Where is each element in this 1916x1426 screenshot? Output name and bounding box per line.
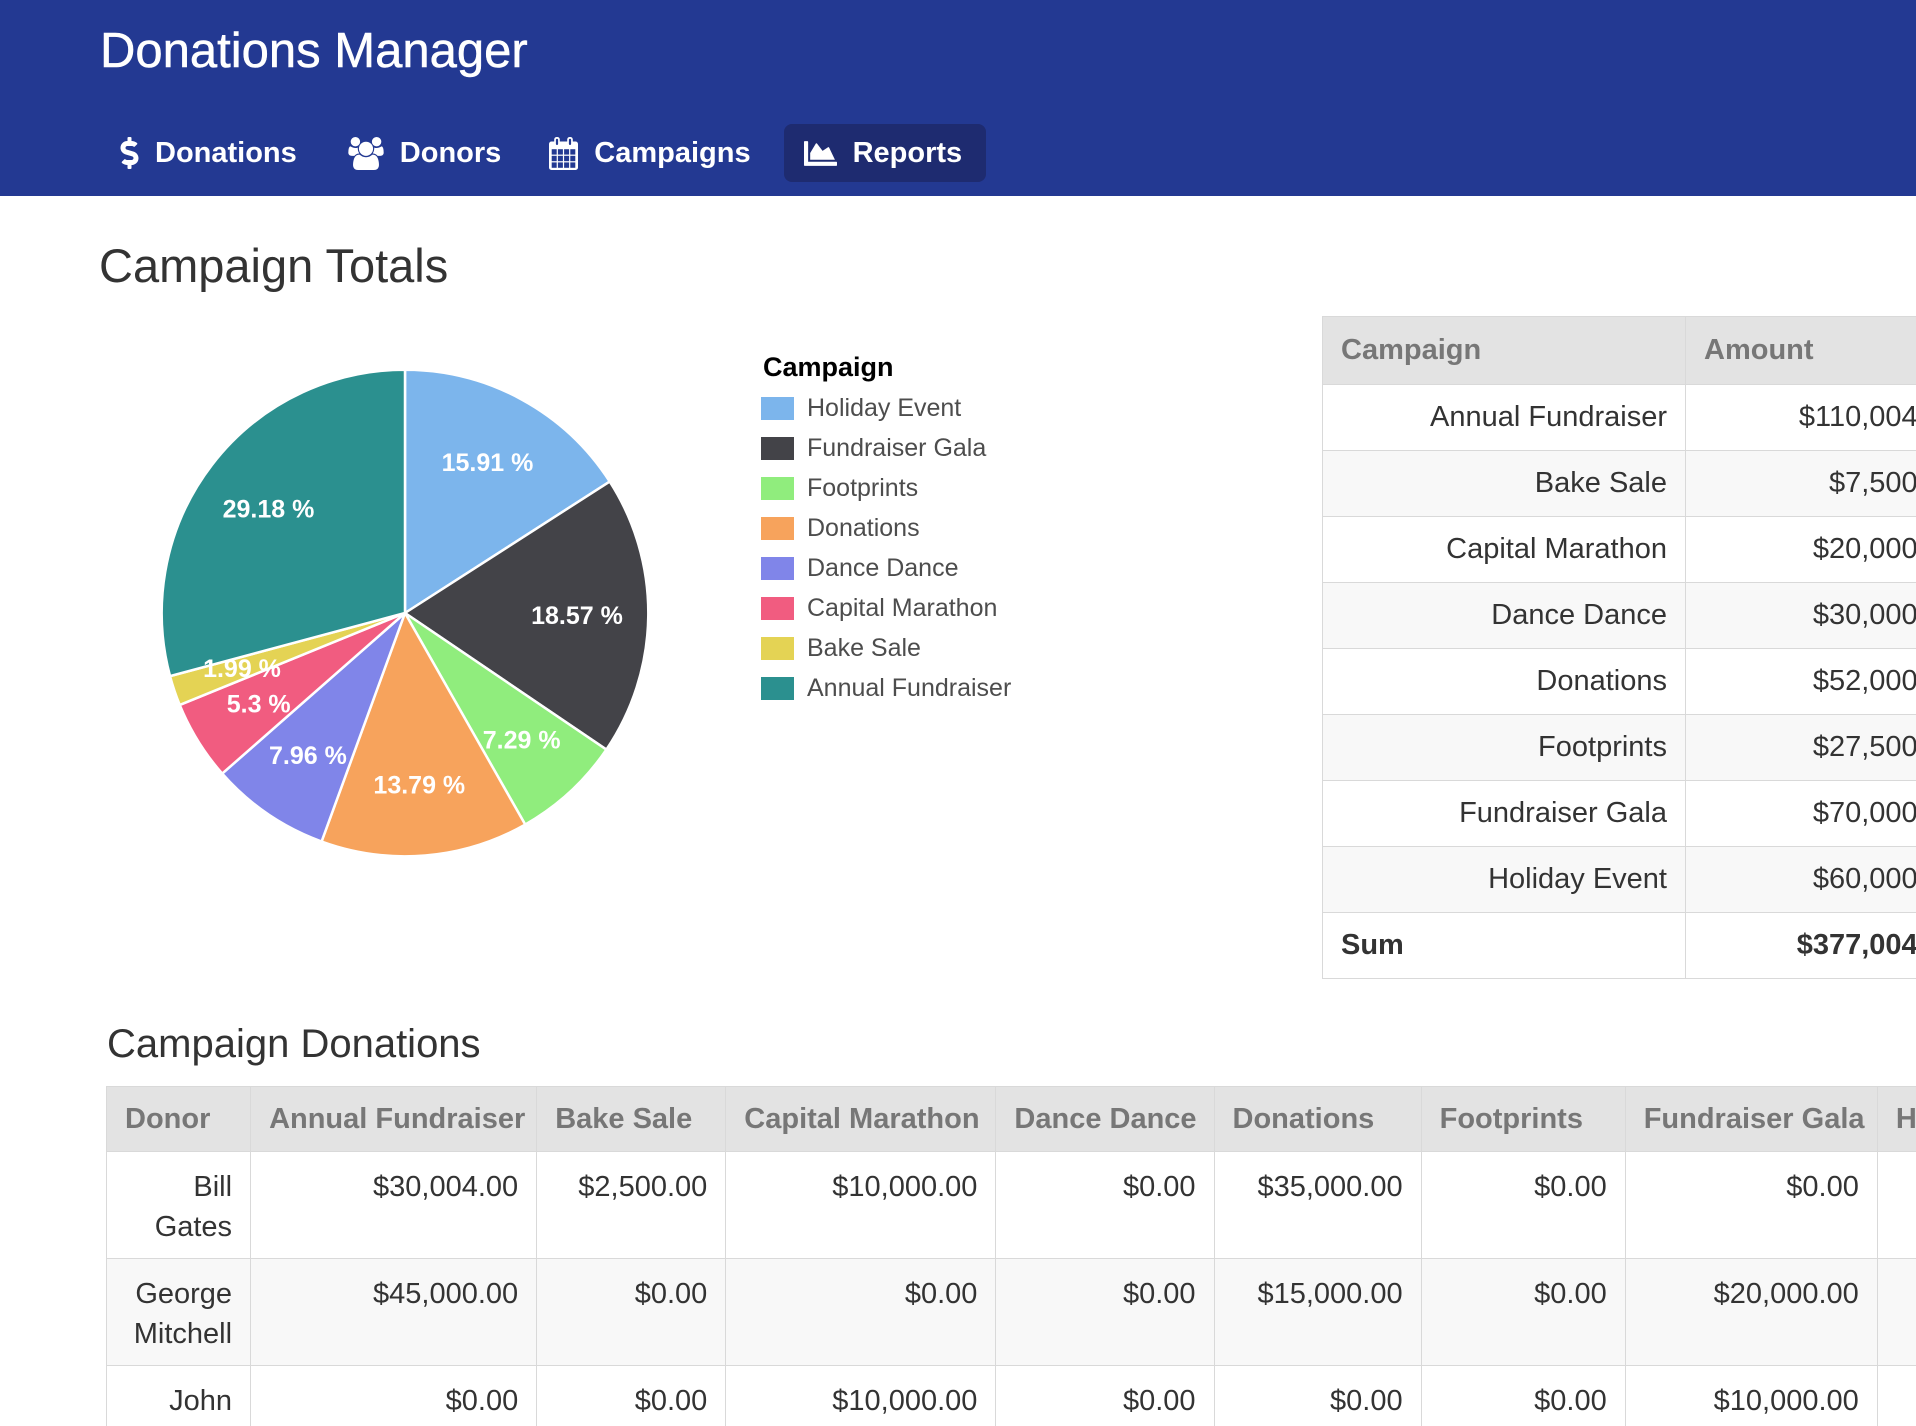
svg-text:29.18 %: 29.18 % [223, 495, 315, 523]
svg-text:7.29 %: 7.29 % [483, 726, 561, 754]
svg-text:15.91 %: 15.91 % [442, 449, 534, 477]
svg-text:18.57 %: 18.57 % [531, 602, 623, 630]
svg-text:5.3 %: 5.3 % [227, 691, 291, 719]
svg-text:13.79 %: 13.79 % [373, 771, 465, 799]
svg-text:7.96 %: 7.96 % [269, 742, 347, 770]
svg-text:1.99 %: 1.99 % [203, 655, 281, 683]
